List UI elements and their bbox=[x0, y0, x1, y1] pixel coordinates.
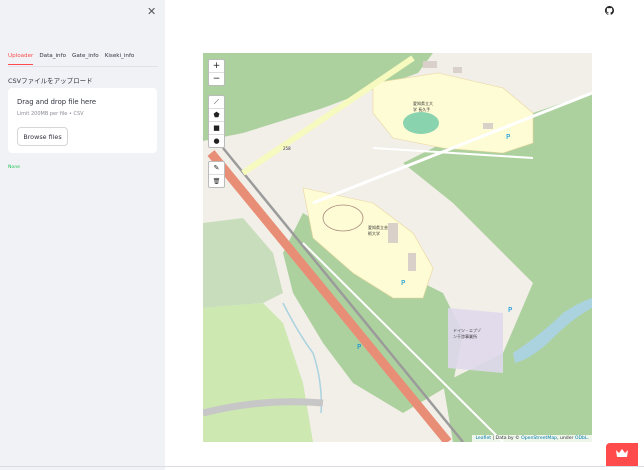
draw-toolbar: ⟋ ⬟ ■ ● bbox=[208, 95, 225, 148]
draw-rectangle-button[interactable]: ■ bbox=[209, 122, 224, 135]
map-tiles bbox=[203, 53, 592, 442]
draw-marker-button[interactable]: ● bbox=[209, 135, 224, 147]
building bbox=[453, 67, 462, 73]
campus-label-center: 愛知県立芸術大学 bbox=[368, 225, 388, 236]
map-attribution: Leaflet | Data by © OpenStreetMap, under… bbox=[472, 435, 592, 442]
campus-label-north: 愛知県立大学 長久手 bbox=[413, 101, 433, 112]
draw-polygon-button[interactable]: ⬟ bbox=[209, 109, 224, 122]
delete-layers-button[interactable]: 🗑 bbox=[209, 175, 224, 187]
dropzone-title: Drag and drop file here bbox=[17, 98, 97, 106]
csv-upload-label: CSVファイルをアップロード bbox=[8, 77, 93, 85]
file-dropzone[interactable]: Drag and drop file here Limit 200MB per … bbox=[8, 88, 157, 153]
facility-area bbox=[448, 308, 503, 373]
parking-marker: P bbox=[508, 306, 513, 314]
dropzone-limit: Limit 200MB per file • CSV bbox=[17, 111, 84, 117]
close-sidebar-icon[interactable]: ✕ bbox=[147, 5, 156, 18]
osm-link[interactable]: OpenStreetMap bbox=[521, 436, 557, 441]
parking-marker: P bbox=[357, 343, 362, 351]
parking-marker: P bbox=[401, 279, 406, 287]
edit-layers-button[interactable]: ✎ bbox=[209, 162, 224, 175]
building bbox=[408, 253, 416, 271]
odbl-link[interactable]: ODbL. bbox=[575, 436, 589, 441]
result-text: None bbox=[8, 165, 20, 170]
browse-files-button[interactable]: Browse files bbox=[17, 127, 68, 146]
zoom-out-button[interactable]: − bbox=[209, 73, 224, 85]
draw-polyline-button[interactable]: ⟋ bbox=[209, 96, 224, 109]
tab-uploader[interactable]: Uploader bbox=[8, 52, 34, 65]
zoom-in-button[interactable]: + bbox=[209, 60, 224, 73]
crown-icon bbox=[616, 449, 628, 460]
stadium-north bbox=[403, 112, 439, 134]
github-icon[interactable] bbox=[605, 6, 614, 18]
parking-marker: P bbox=[506, 133, 511, 141]
tab-data-info[interactable]: Data_info bbox=[39, 52, 66, 66]
map-view[interactable]: 258 愛知県立大学 長久手 愛知県立芸術大学 ドイツ・エブゾン干渉事業所 P … bbox=[203, 53, 592, 442]
tab-kiseki-info[interactable]: Kiseki_info bbox=[105, 52, 135, 66]
leaflet-link[interactable]: Leaflet bbox=[475, 436, 491, 441]
sidebar: ✕ Uploader Data_info Gate_info Kiseki_in… bbox=[0, 0, 165, 470]
tab-bar: Uploader Data_info Gate_info Kiseki_info bbox=[8, 52, 158, 67]
road-number-label: 258 bbox=[283, 146, 291, 151]
building bbox=[423, 61, 437, 68]
edit-toolbar: ✎ 🗑 bbox=[208, 161, 225, 188]
building bbox=[483, 123, 493, 129]
footer-divider bbox=[0, 466, 644, 467]
facility-label: ドイツ・エブゾン干渉事業所 bbox=[453, 328, 481, 339]
tab-gate-info[interactable]: Gate_info bbox=[72, 52, 99, 66]
attribution-text: , under bbox=[557, 436, 575, 441]
streamlit-crown-button[interactable] bbox=[606, 443, 638, 466]
zoom-controls: + − bbox=[208, 59, 225, 86]
attribution-text: | Data by © bbox=[491, 436, 522, 441]
